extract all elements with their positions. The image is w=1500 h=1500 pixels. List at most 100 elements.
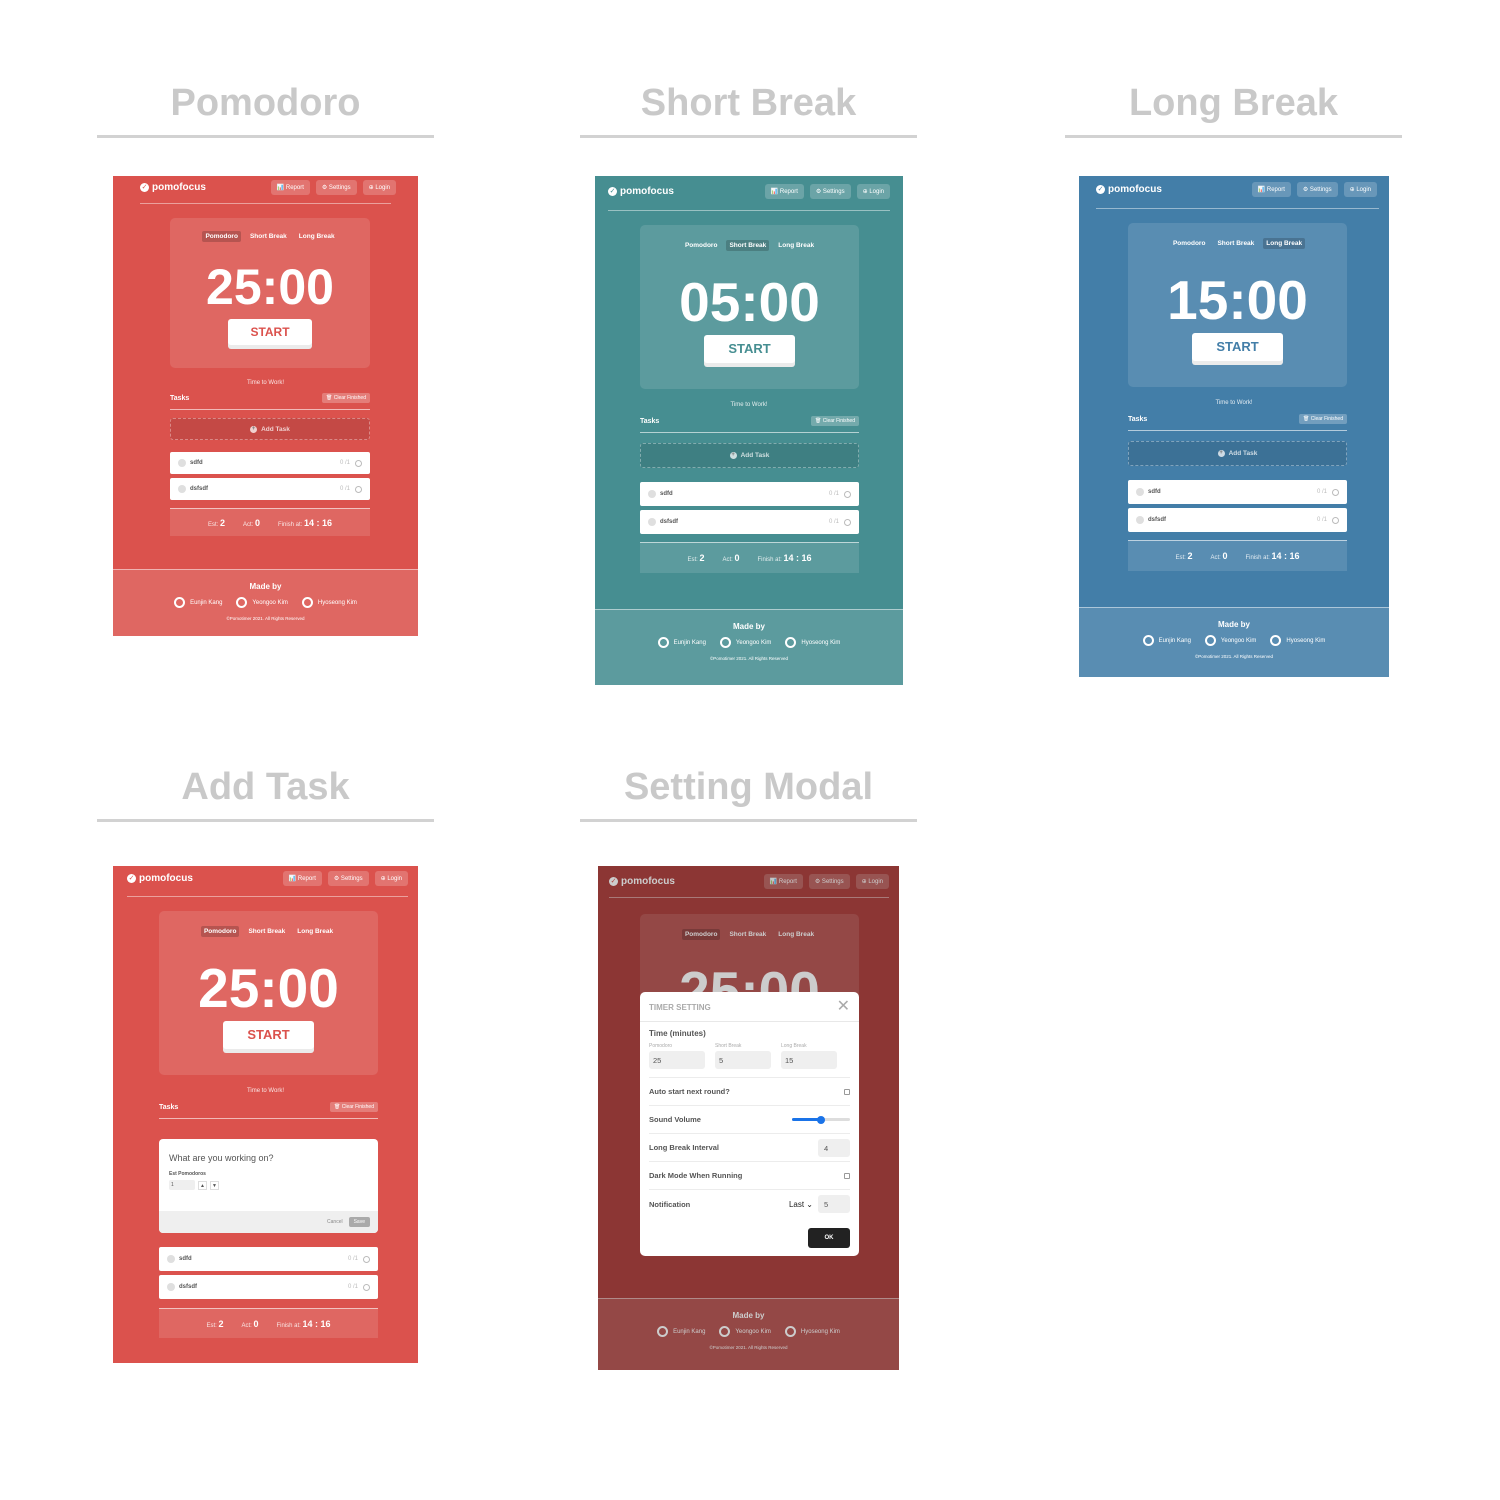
close-icon[interactable]: ✕ <box>837 999 850 1015</box>
task-item[interactable]: sdfd 0 /1 <box>640 482 859 506</box>
more-icon[interactable] <box>355 459 362 467</box>
task-item[interactable]: dsfsdf 0 /1 <box>640 510 859 534</box>
auto-start-checkbox[interactable] <box>844 1088 850 1095</box>
task-item[interactable]: sdfd 0 /1 <box>1128 480 1347 504</box>
check-circle-icon[interactable] <box>648 490 656 498</box>
more-icon[interactable] <box>1332 488 1339 496</box>
report-button[interactable]: 📊 Report <box>270 180 310 195</box>
add-task-button[interactable]: + Add Task <box>1128 441 1347 466</box>
dark-mode-checkbox[interactable] <box>844 1172 850 1179</box>
tasks-header: Tasks 🗑 Clear Finished <box>159 1102 378 1119</box>
check-circle-icon[interactable] <box>1136 516 1144 524</box>
check-circle-icon[interactable] <box>178 459 186 467</box>
check-icon: ✓ <box>140 183 149 192</box>
login-button[interactable]: ⊕ Login <box>1343 182 1377 197</box>
tab-short-break[interactable]: Short Break <box>726 240 770 251</box>
task-item[interactable]: dsfsdf 0 /1 <box>159 1275 378 1299</box>
task-name-input[interactable]: What are you working on? <box>169 1153 378 1163</box>
task-item[interactable]: sdfd 0 /1 <box>159 1247 378 1271</box>
more-icon[interactable] <box>844 490 851 498</box>
est-pomodoros-label: Est Pomodoros <box>169 1171 206 1177</box>
sound-volume-slider[interactable] <box>792 1115 850 1124</box>
author-link[interactable]: Hyoseong Kim <box>785 637 840 648</box>
check-circle-icon[interactable] <box>167 1255 175 1263</box>
time-section-title: Time (minutes) <box>649 1029 706 1038</box>
increment-icon[interactable]: ▲ <box>198 1180 207 1190</box>
short-break-minutes-input[interactable]: 5 <box>715 1051 771 1069</box>
tab-pomodoro[interactable]: Pomodoro <box>1170 238 1209 249</box>
check-circle-icon[interactable] <box>178 485 186 493</box>
tab-long-break[interactable]: Long Break <box>294 926 336 937</box>
brand-logo[interactable]: ✓ pomofocus <box>608 186 674 197</box>
plus-icon: + <box>250 425 258 433</box>
more-icon[interactable] <box>363 1283 370 1291</box>
decrement-icon[interactable]: ▼ <box>210 1180 219 1190</box>
author-link[interactable]: Yeongoo Kim <box>719 637 771 648</box>
start-button[interactable]: START <box>223 1021 314 1049</box>
add-task-form: What are you working on? Est Pomodoros 1… <box>159 1139 378 1233</box>
timer-box: Pomodoro Short Break Long Break 15:00 ST… <box>1128 223 1347 387</box>
clear-finished-button[interactable]: 🗑 Clear Finished <box>1299 414 1347 424</box>
save-button[interactable]: Save <box>348 1217 370 1227</box>
task-item[interactable]: dsfsdf 0 /1 <box>1128 508 1347 532</box>
notification-label: Notification <box>649 1199 691 1209</box>
author-link[interactable]: Eunjin Kang <box>174 597 222 608</box>
brand-logo[interactable]: ✓ pomofocus <box>1096 184 1162 195</box>
tab-short-break[interactable]: Short Break <box>247 231 290 242</box>
start-button[interactable]: START <box>228 319 312 345</box>
check-circle-icon[interactable] <box>1136 488 1144 496</box>
more-icon[interactable] <box>844 518 851 526</box>
ok-button[interactable]: OK <box>808 1228 850 1248</box>
author-link[interactable]: Eunjin Kang <box>1142 635 1191 646</box>
tab-pomodoro[interactable]: Pomodoro <box>682 240 721 251</box>
clear-finished-button[interactable]: 🗑 Clear Finished <box>322 393 370 403</box>
clear-finished-button[interactable]: 🗑 Clear Finished <box>330 1102 378 1112</box>
start-button[interactable]: START <box>1192 333 1283 361</box>
brand-logo[interactable]: ✓ pomofocus <box>140 182 206 193</box>
add-task-button[interactable]: + Add Task <box>170 418 370 440</box>
task-item[interactable]: dsfsdf 0 /1 <box>170 478 370 500</box>
author-link[interactable]: Yeongoo Kim <box>236 597 288 608</box>
tab-short-break[interactable]: Short Break <box>1214 238 1257 249</box>
notification-select[interactable]: Last ⌄ <box>789 1200 813 1209</box>
github-icon <box>719 637 731 648</box>
notification-minutes-input[interactable]: 5 <box>818 1195 850 1213</box>
long-break-minutes-input[interactable]: 15 <box>781 1051 837 1069</box>
pomodoro-minutes-input[interactable]: 25 <box>649 1051 705 1069</box>
more-icon[interactable] <box>363 1255 370 1263</box>
report-button[interactable]: 📊 Report <box>764 184 804 199</box>
add-task-button[interactable]: + Add Task <box>640 443 859 468</box>
tab-long-break[interactable]: Long Break <box>1263 238 1306 249</box>
more-icon[interactable] <box>355 485 362 493</box>
tab-pomodoro[interactable]: Pomodoro <box>202 231 241 242</box>
github-icon <box>174 597 186 608</box>
author-link[interactable]: Yeongoo Kim <box>1204 635 1256 646</box>
tab-short-break[interactable]: Short Break <box>245 926 288 937</box>
author-link[interactable]: Hyoseong Kim <box>1270 635 1325 646</box>
start-button[interactable]: START <box>704 335 795 363</box>
brand-logo[interactable]: ✓ pomofocus <box>127 873 193 884</box>
est-pomodoros-input[interactable]: 1 <box>169 1180 195 1190</box>
login-button[interactable]: ⊕ Login <box>856 184 890 199</box>
long-break-interval-input[interactable]: 4 <box>818 1138 850 1157</box>
settings-button[interactable]: ⚙ Settings <box>327 871 369 886</box>
login-button[interactable]: ⊕ Login <box>362 180 396 195</box>
cancel-button[interactable]: Cancel <box>327 1219 343 1225</box>
clear-finished-button[interactable]: 🗑 Clear Finished <box>811 416 859 426</box>
settings-button[interactable]: ⚙ Settings <box>315 180 357 195</box>
check-circle-icon[interactable] <box>167 1283 175 1291</box>
task-item[interactable]: sdfd 0 /1 <box>170 452 370 474</box>
more-icon[interactable] <box>1332 516 1339 524</box>
author-link[interactable]: Eunjin Kang <box>657 637 706 648</box>
report-button[interactable]: 📊 Report <box>1251 182 1291 197</box>
settings-button[interactable]: ⚙ Settings <box>1296 182 1338 197</box>
tab-long-break[interactable]: Long Break <box>775 240 817 251</box>
tab-long-break[interactable]: Long Break <box>296 231 338 242</box>
login-button[interactable]: ⊕ Login <box>374 871 408 886</box>
tab-pomodoro[interactable]: Pomodoro <box>200 926 240 937</box>
screen-setting-modal: ✓ pomofocus 📊 Report ⚙ Settings ⊕ Login P… <box>598 866 899 1370</box>
check-circle-icon[interactable] <box>648 518 656 526</box>
author-link[interactable]: Hyoseong Kim <box>301 597 357 608</box>
report-button[interactable]: 📊 Report <box>282 871 322 886</box>
settings-button[interactable]: ⚙ Settings <box>809 184 851 199</box>
